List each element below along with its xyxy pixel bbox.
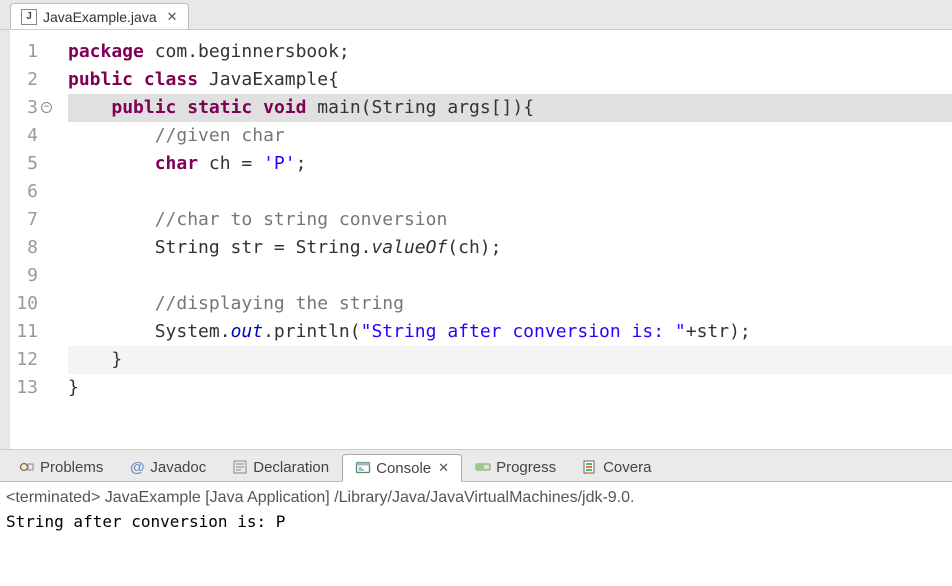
editor-tab-title: JavaExample.java <box>43 9 157 25</box>
code-line: //given char <box>68 122 952 150</box>
declaration-icon <box>232 459 248 475</box>
line-number: 9 <box>10 262 38 290</box>
tab-javadoc[interactable]: @ Javadoc <box>116 453 219 481</box>
console-body[interactable]: <terminated> JavaExample [Java Applicati… <box>0 482 952 586</box>
code-line: String str = String.valueOf(ch); <box>68 234 952 262</box>
java-file-icon: J <box>21 9 37 25</box>
javadoc-icon: @ <box>129 459 145 475</box>
console-icon <box>355 460 371 476</box>
tab-progress[interactable]: Progress <box>462 453 569 481</box>
editor-margin <box>0 30 10 449</box>
line-number: 7 <box>10 206 38 234</box>
tab-label: Problems <box>40 459 103 476</box>
line-number: 10 <box>10 290 38 318</box>
editor-tab-bar: J JavaExample.java ✕ <box>0 0 952 30</box>
tab-label: Progress <box>496 459 556 476</box>
coverage-icon <box>582 459 598 475</box>
tab-label: Declaration <box>253 459 329 476</box>
tab-label: Console <box>376 460 431 477</box>
bottom-tab-bar: Problems @ Javadoc Declaration Console ✕… <box>0 450 952 482</box>
line-number: 11 <box>10 318 38 346</box>
tab-coverage[interactable]: Covera <box>569 453 664 481</box>
bottom-panel: Problems @ Javadoc Declaration Console ✕… <box>0 450 952 586</box>
tab-problems[interactable]: Problems <box>6 453 116 481</box>
console-status-line: <terminated> JavaExample [Java Applicati… <box>6 486 946 510</box>
tab-label: Covera <box>603 459 651 476</box>
code-line: } <box>68 346 952 374</box>
code-line <box>68 262 952 290</box>
code-editor[interactable]: 1 2 3− 4 5 6 7 8 9 10 11 12 13 package c… <box>0 30 952 450</box>
line-number: 12 <box>10 346 38 374</box>
tab-label: Javadoc <box>150 459 206 476</box>
code-line: public static void main(String args[]){ <box>68 94 952 122</box>
code-line: package com.beginnersbook; <box>68 38 952 66</box>
line-number: 4 <box>10 122 38 150</box>
line-number: 1 <box>10 38 38 66</box>
line-number: 2 <box>10 66 38 94</box>
progress-icon <box>475 459 491 475</box>
line-number: 3− <box>10 94 38 122</box>
code-line: System.out.println("String after convers… <box>68 318 952 346</box>
code-line: //displaying the string <box>68 290 952 318</box>
close-icon[interactable]: ✕ <box>167 9 178 25</box>
code-line: } <box>68 374 952 402</box>
code-line: public class JavaExample{ <box>68 66 952 94</box>
code-line: char ch = 'P'; <box>68 150 952 178</box>
code-content[interactable]: package com.beginnersbook;public class J… <box>46 30 952 449</box>
code-line: //char to string conversion <box>68 206 952 234</box>
fold-toggle-icon[interactable]: − <box>41 102 52 113</box>
line-number: 8 <box>10 234 38 262</box>
console-output-line: String after conversion is: P <box>6 510 946 534</box>
line-number-gutter: 1 2 3− 4 5 6 7 8 9 10 11 12 13 <box>10 30 46 449</box>
code-line <box>68 178 952 206</box>
editor-tab-javaexample[interactable]: J JavaExample.java ✕ <box>10 3 189 29</box>
close-icon[interactable]: ✕ <box>438 460 449 476</box>
tab-declaration[interactable]: Declaration <box>219 453 342 481</box>
problems-icon <box>19 459 35 475</box>
line-number: 13 <box>10 374 38 402</box>
line-number: 6 <box>10 178 38 206</box>
line-number: 5 <box>10 150 38 178</box>
tab-console[interactable]: Console ✕ <box>342 454 462 482</box>
